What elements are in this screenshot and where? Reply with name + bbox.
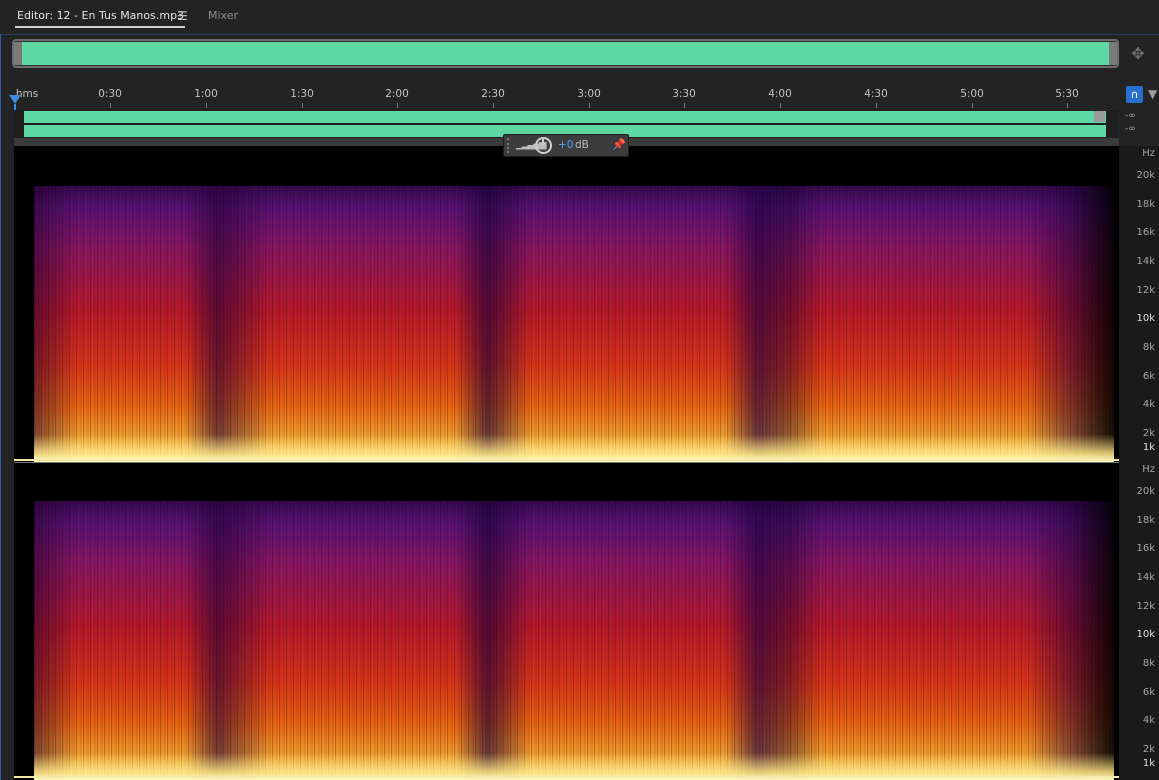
overview-left-handle[interactable]	[14, 42, 22, 65]
hz-label: 8k	[1142, 658, 1155, 669]
hz-label: 18k	[1136, 199, 1155, 210]
hz-label: 8k	[1142, 342, 1155, 353]
marker-icon[interactable]: ▼	[1148, 86, 1158, 103]
hz-unit: Hz	[1142, 464, 1155, 475]
overview-right-handle[interactable]	[1109, 42, 1117, 65]
tab-menu-icon[interactable]: ☰	[177, 9, 188, 23]
overview-navigator[interactable]	[12, 39, 1119, 68]
spectrogram-baseline	[14, 776, 1119, 778]
ruler-tick-label: 2:30	[481, 88, 505, 100]
volume-knob[interactable]	[535, 137, 552, 154]
time-ruler[interactable]: hms 0:30 1:00 1:30 2:00 2:30 3:00 3:30 4…	[14, 84, 1119, 108]
ruler-tick	[1067, 103, 1068, 108]
ruler-tick	[206, 103, 207, 108]
ruler-tick	[110, 103, 111, 108]
snap-magnet-icon[interactable]: ∩	[1126, 86, 1143, 103]
hz-label: 12k	[1136, 285, 1155, 296]
volume-unit: dB	[575, 139, 589, 151]
frequency-scale-left: Hz 20k 18k 16k 14k 12k 10k 8k 6k 4k 2k 1…	[1119, 146, 1159, 462]
hz-label: 14k	[1136, 572, 1155, 583]
ruler-tick-label: 4:30	[864, 88, 888, 100]
hz-label: 2k	[1142, 744, 1155, 755]
ruler-tick	[684, 103, 685, 108]
hz-label: 6k	[1142, 687, 1155, 698]
ruler-tick	[972, 103, 973, 108]
ruler-tick-label: 5:30	[1055, 88, 1079, 100]
hz-label: 14k	[1136, 256, 1155, 267]
playhead-marker[interactable]	[9, 95, 21, 104]
hz-label: 20k	[1136, 486, 1155, 497]
editor-tab-bar: Editor: 12 - En Tus Manos.mp3 ☰ Mixer	[0, 0, 1159, 34]
spectral-data	[34, 186, 1114, 462]
ruler-tick	[397, 103, 398, 108]
ruler-tick-label: 2:00	[385, 88, 409, 100]
db-label: -∞	[1125, 124, 1136, 134]
ruler-tick-label: 0:30	[98, 88, 122, 100]
zoom-navigator-icon[interactable]: ✥	[1128, 44, 1148, 64]
pin-icon[interactable]: 📌	[612, 138, 626, 151]
spectrogram-baseline	[14, 459, 1119, 461]
volume-hud[interactable]: ▁▂▃▄▅ +0 dB 📌	[503, 134, 629, 157]
ruler-tick	[493, 103, 494, 108]
hz-label: 18k	[1136, 515, 1155, 526]
panel-focus-border-top	[0, 34, 1159, 35]
overview-waveform	[22, 42, 1109, 65]
ruler-tick-label: 1:30	[290, 88, 314, 100]
hz-label: 4k	[1142, 399, 1155, 410]
ruler-tick-label: 5:00	[960, 88, 984, 100]
spectrogram-channel-right[interactable]	[14, 462, 1119, 780]
ruler-tick	[876, 103, 877, 108]
hz-unit: Hz	[1142, 148, 1155, 159]
hz-label: 12k	[1136, 601, 1155, 612]
hz-label: 1k	[1142, 442, 1155, 453]
tab-editor[interactable]: Editor: 12 - En Tus Manos.mp3	[17, 9, 184, 22]
hud-drag-grip[interactable]	[507, 138, 513, 153]
ruler-tick	[780, 103, 781, 108]
tab-mixer[interactable]: Mixer	[208, 9, 238, 22]
volume-value[interactable]: +0	[558, 139, 573, 151]
waveform-channel-left	[24, 111, 1106, 123]
ruler-tick-label: 3:30	[672, 88, 696, 100]
amplitude-scale: -∞ -∞	[1119, 110, 1159, 138]
db-label: -∞	[1125, 111, 1136, 121]
hz-label: 6k	[1142, 371, 1155, 382]
spectral-data	[34, 501, 1114, 780]
hz-label: 16k	[1136, 543, 1155, 554]
hz-label: 16k	[1136, 227, 1155, 238]
frequency-scale-right: Hz 20k 18k 16k 14k 12k 10k 8k 6k 4k 2k 1…	[1119, 462, 1159, 780]
spectrogram-channel-left[interactable]	[14, 146, 1119, 462]
hz-label: 1k	[1142, 758, 1155, 769]
ruler-tick	[589, 103, 590, 108]
fade-out-handle[interactable]	[1094, 111, 1105, 122]
hz-label: 10k	[1136, 629, 1155, 640]
hz-label: 4k	[1142, 715, 1155, 726]
ruler-tick-label: 1:00	[194, 88, 218, 100]
ruler-tick-label: 3:00	[577, 88, 601, 100]
ruler-tick	[302, 103, 303, 108]
hz-label: 2k	[1142, 428, 1155, 439]
hz-label: 20k	[1136, 170, 1155, 181]
panel-focus-border-left	[0, 34, 1, 780]
active-tab-indicator	[15, 26, 185, 28]
hz-label: 10k	[1136, 313, 1155, 324]
ruler-tick-label: 4:00	[768, 88, 792, 100]
